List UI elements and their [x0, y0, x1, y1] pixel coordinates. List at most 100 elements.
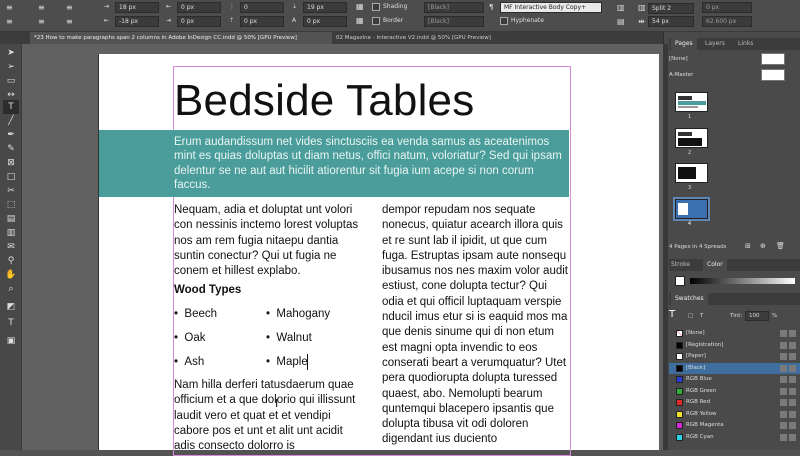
align-away-spine-icon[interactable]: ≡ [66, 17, 73, 26]
tab-document-magazine[interactable]: 02 Magazine - Interactive V2.indd @ 50% … [332, 32, 663, 44]
swatch-row[interactable]: RGB Blue [669, 374, 800, 386]
space-before-field[interactable]: 0 px [240, 16, 284, 27]
swatch-row[interactable]: [Paper] [669, 351, 800, 363]
swatch-row[interactable]: RGB Red [669, 397, 800, 409]
formatting-container-icon[interactable]: □ [688, 313, 693, 319]
color-ramp[interactable] [690, 278, 795, 284]
border-color-field[interactable]: [Black] [424, 16, 484, 27]
right-indent-field[interactable]: 0 px [177, 2, 221, 13]
page-number: 2 [688, 150, 692, 156]
wood-list-item[interactable]: • Mahogany [266, 308, 330, 320]
space-after-field[interactable]: 19 px [303, 2, 347, 13]
align-towards-spine-icon[interactable]: ≡ [38, 17, 45, 26]
first-line-indent-field[interactable]: -18 px [115, 16, 159, 27]
balance-columns-icon[interactable]: ▤ [617, 17, 625, 26]
align-right-icon[interactable]: ≡ [66, 3, 73, 12]
wood-list-item[interactable]: • Oak [174, 332, 206, 344]
rectangle-frame-tool-icon[interactable]: ⊠ [3, 156, 19, 170]
selection-tool-icon[interactable]: ➤ [3, 46, 19, 60]
paragraph-style-dropdown[interactable]: MF Interactive Body Copy+ [500, 2, 602, 13]
swatch-row[interactable]: RGB Cyan [669, 432, 800, 444]
free-transform-tool-icon[interactable]: ⬚ [3, 198, 19, 212]
type-tool-icon[interactable]: T [3, 100, 19, 114]
border-checkbox[interactable] [372, 17, 380, 25]
swatch-type-icon [778, 410, 796, 418]
a-master-label[interactable]: A-Master [669, 72, 693, 78]
color-fill-proxy[interactable] [675, 276, 685, 286]
delete-page-icon[interactable]: 🗑 [776, 242, 785, 250]
swatch-row[interactable]: [Black] [669, 362, 800, 374]
none-master-label[interactable]: [None] [669, 56, 688, 62]
direct-selection-tool-icon[interactable]: ➢ [3, 60, 19, 74]
swatch-color-chip [676, 433, 683, 441]
gradient-feather-tool-icon[interactable]: ▥ [3, 226, 19, 240]
tab-stroke[interactable]: Stroke [671, 259, 690, 271]
pen-tool-icon[interactable]: ✒ [3, 128, 19, 142]
tab-layers[interactable]: Layers [705, 38, 725, 50]
page-thumb-4[interactable] [675, 199, 708, 219]
column1-paragraph1[interactable]: Nequam, adia et doluptat unt volori con … [174, 203, 364, 279]
tab-document-current[interactable]: *23 How to make paragraphs span 2 column… [30, 32, 332, 44]
swatch-row[interactable]: RGB Magenta [669, 420, 800, 432]
grid-align2-icon[interactable]: ▦ [356, 16, 364, 25]
fill-stroke-icon[interactable]: ◩ [3, 300, 19, 314]
wood-list-item[interactable]: • Ash [174, 356, 204, 368]
intro-paragraph[interactable]: Erum audandissum net vides sinctusciis e… [174, 135, 566, 192]
column-width-field[interactable]: 62.600 px [702, 16, 752, 27]
shading-color-field[interactable]: [Black] [424, 2, 484, 13]
left-indent-field[interactable]: 18 px [115, 2, 159, 13]
shading-checkbox[interactable] [372, 3, 380, 11]
page-size-icon[interactable]: ⊞ [745, 242, 751, 250]
page-thumb-1[interactable] [675, 92, 708, 112]
view-mode-icon[interactable]: ▣ [3, 334, 19, 348]
wood-list-item[interactable]: • Maple [266, 356, 308, 368]
hand-tool-icon[interactable]: ✋ [3, 268, 19, 282]
gradient-tool-icon[interactable]: ▤ [3, 212, 19, 226]
hyphenate-checkbox[interactable] [500, 17, 508, 25]
tab-swatches[interactable]: Swatches [671, 293, 708, 305]
page-tool-icon[interactable]: ▭ [3, 74, 19, 88]
page-title[interactable]: Bedside Tables [174, 76, 474, 126]
new-page-icon[interactable]: ⊕ [760, 242, 766, 250]
pencil-tool-icon[interactable]: ✎ [3, 142, 19, 156]
zoom-tool-icon[interactable]: ⌕ [3, 282, 19, 296]
swatch-row[interactable]: [Registration] [669, 340, 800, 352]
fill-stroke-swatch-icon[interactable]: T [669, 309, 675, 320]
wood-list-item[interactable]: • Beech [174, 308, 217, 320]
tab-links[interactable]: Links [738, 38, 753, 50]
tint-field[interactable]: 100 [745, 311, 769, 321]
last-line-indent-field[interactable]: 0 px [177, 16, 221, 27]
swatch-row[interactable]: RGB Green [669, 386, 800, 398]
column1-paragraph2[interactable]: Nam hilla derferi tatusdaerum quae offic… [174, 378, 364, 454]
inside-gutter-field[interactable]: 0 px [702, 2, 752, 13]
note-tool-icon[interactable]: ✉ [3, 240, 19, 254]
swatch-row[interactable]: [None] [669, 328, 800, 340]
grid-align-icon[interactable]: ▦ [356, 2, 364, 11]
span-dropdown[interactable]: Split 2 [648, 3, 694, 14]
align-left-icon[interactable]: ≡ [6, 3, 13, 12]
line-tool-icon[interactable]: ╱ [3, 114, 19, 128]
none-master-thumb[interactable] [761, 53, 785, 65]
tab-pages[interactable]: Pages [671, 38, 697, 50]
paragraph-styles-icon[interactable]: ¶ [489, 3, 493, 11]
swatch-row[interactable]: RGB Yellow [669, 409, 800, 421]
formatting-affects-text-icon[interactable]: T [3, 316, 19, 330]
align-justify-icon[interactable]: ≡ [6, 17, 13, 26]
page-thumb-3[interactable] [675, 163, 708, 183]
rectangle-tool-icon[interactable]: □ [3, 170, 19, 184]
align-center-icon[interactable]: ≡ [38, 3, 45, 12]
eyedropper-tool-icon[interactable]: ⚲ [3, 254, 19, 268]
wood-types-heading[interactable]: Wood Types [174, 284, 241, 296]
swatch-name: RGB Yellow [686, 410, 717, 417]
formatting-text-icon[interactable]: T [700, 313, 703, 319]
drop-cap-lines-field[interactable]: 0 [240, 2, 284, 13]
panel-collapse-strip[interactable] [663, 44, 668, 450]
column2-text[interactable]: dempor repudam nos sequate nonecus, quia… [382, 203, 570, 448]
wood-list-item[interactable]: • Walnut [266, 332, 312, 344]
tab-color[interactable]: Color [703, 259, 727, 271]
a-master-thumb[interactable] [761, 69, 785, 81]
scissors-tool-icon[interactable]: ✂ [3, 184, 19, 198]
page-thumb-2[interactable] [675, 128, 708, 148]
subgutter-field[interactable]: 54 px [648, 16, 694, 27]
drop-cap-chars-field[interactable]: 0 px [303, 16, 347, 27]
